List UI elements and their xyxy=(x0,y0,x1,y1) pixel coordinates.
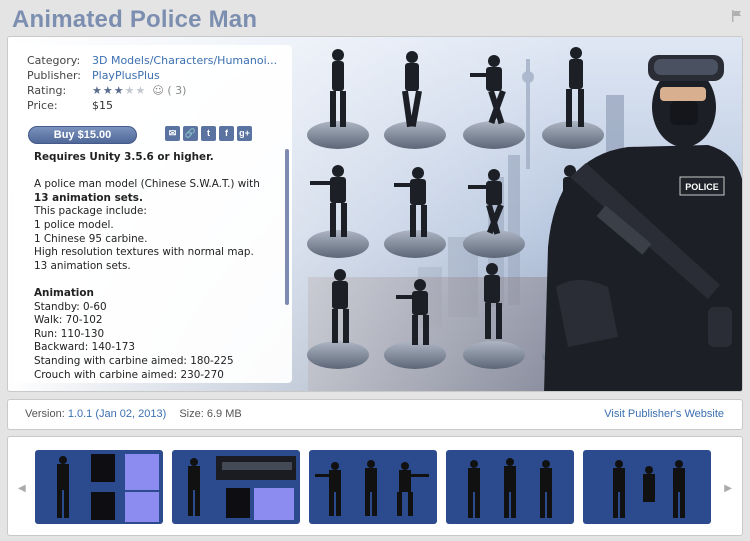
animation-heading: Animation xyxy=(34,286,94,299)
version-label: Version: xyxy=(25,408,65,420)
star-icon[interactable]: ★ xyxy=(114,84,125,97)
publisher-label: Publisher: xyxy=(27,69,82,82)
star-icon[interactable]: ★ xyxy=(125,84,136,97)
screenshot-thumbnail[interactable] xyxy=(446,450,574,524)
category-label: Category: xyxy=(27,54,81,67)
description-line: This package include: xyxy=(34,205,147,218)
screenshot-thumbnail[interactable] xyxy=(172,450,300,524)
animation-item: Backward: 140-173 xyxy=(34,341,135,354)
flag-icon[interactable] xyxy=(732,10,742,22)
rating-count: ☺ ( 3) xyxy=(152,84,187,97)
page-title: Animated Police Man xyxy=(12,6,258,33)
buy-button[interactable]: Buy $15.00 xyxy=(28,126,137,144)
price-label: Price: xyxy=(27,99,58,112)
description-line: 1 Chinese 95 carbine. xyxy=(34,232,148,245)
description-line: 1 police model. xyxy=(34,218,114,231)
share-icons: ✉ 🔗 t f g+ xyxy=(165,126,252,141)
version-bar: Version: 1.0.1 (Jan 02, 2013) Size: 6.9 … xyxy=(7,399,743,430)
version-value[interactable]: 1.0.1 (Jan 02, 2013) xyxy=(68,408,166,420)
category-link[interactable]: 3D Models/Characters/Humanoi... xyxy=(92,53,277,68)
animation-item: Standing with carbine aimed: 180-225 xyxy=(34,354,234,367)
screenshot-thumbnail[interactable] xyxy=(35,450,163,524)
user-icon: ☺ xyxy=(152,84,164,97)
next-arrow-icon[interactable]: ▶ xyxy=(724,483,732,494)
description-line: 13 animation sets. xyxy=(34,259,131,272)
link-icon[interactable]: 🔗 xyxy=(183,126,198,141)
share-icon[interactable]: ✉ xyxy=(165,126,180,141)
description-line: High resolution textures with normal map… xyxy=(34,246,254,259)
animation-sets-text: 13 animation sets. xyxy=(34,191,143,204)
requirement-text: Requires Unity 3.5.6 or higher. xyxy=(34,151,214,163)
product-description: Requires Unity 3.5.6 or higher. A police… xyxy=(34,151,284,383)
visit-publisher-link[interactable]: Visit Publisher's Website xyxy=(604,408,724,420)
star-icon[interactable]: ★ xyxy=(136,84,147,97)
prev-arrow-icon[interactable]: ◀ xyxy=(18,483,26,494)
animation-item: Run: 110-130 xyxy=(34,327,105,340)
description-scrollbar[interactable] xyxy=(285,149,289,305)
star-icon[interactable]: ★ xyxy=(103,84,114,97)
rating-label: Rating: xyxy=(27,84,67,97)
facebook-icon[interactable]: f xyxy=(219,126,234,141)
product-meta: Category: 3D Models/Characters/Humanoi..… xyxy=(27,53,277,113)
police-badge: POLICE xyxy=(685,182,719,192)
google-plus-icon[interactable]: g+ xyxy=(237,126,252,141)
rating-stars[interactable]: ★★★★★ xyxy=(92,83,146,98)
intro-text: A police man model (Chinese S.W.A.T.) wi… xyxy=(34,178,260,191)
screenshot-thumbnail[interactable] xyxy=(583,450,711,524)
publisher-link[interactable]: PlayPlusPlus xyxy=(92,68,160,83)
product-info-card: Category: 3D Models/Characters/Humanoi..… xyxy=(14,45,292,383)
animation-item: Standby: 0-60 xyxy=(34,300,107,313)
star-icon[interactable]: ★ xyxy=(92,84,103,97)
main-panel: POLICE Category: 3D Models/Characters/Hu… xyxy=(7,36,743,392)
price-value: $15 xyxy=(92,99,113,112)
animation-item: Walk: 70-102 xyxy=(34,314,103,327)
screenshot-strip: ◀ ▶ xyxy=(7,436,743,536)
size-text: Size: 6.9 MB xyxy=(179,408,242,420)
animation-item: Crouch with carbine aimed: 230-270 xyxy=(34,368,224,381)
screenshot-thumbnail[interactable] xyxy=(309,450,437,524)
twitter-icon[interactable]: t xyxy=(201,126,216,141)
